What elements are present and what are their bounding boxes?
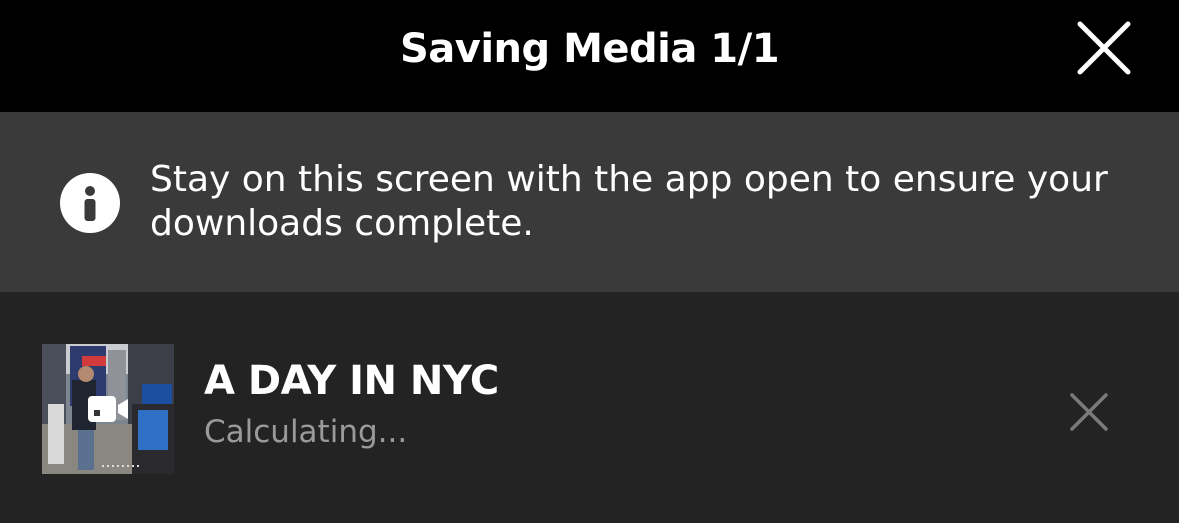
download-item: A DAY IN NYC Calculating... (0, 292, 1179, 523)
media-thumbnail[interactable] (42, 344, 174, 474)
download-status: Calculating... (204, 414, 408, 450)
media-title: A DAY IN NYC (204, 358, 499, 404)
video-camera-icon (88, 396, 128, 422)
close-icon (1070, 393, 1108, 431)
page-title: Saving Media 1/1 (399, 26, 780, 72)
info-icon (60, 173, 120, 233)
info-message: Stay on this screen with the app open to… (150, 159, 1108, 244)
info-banner: Stay on this screen with the app open to… (0, 112, 1179, 292)
close-button[interactable] (1074, 18, 1134, 78)
cancel-download-button[interactable] (1066, 389, 1112, 435)
close-icon (1077, 21, 1131, 75)
header-bar: Saving Media 1/1 (0, 0, 1179, 112)
